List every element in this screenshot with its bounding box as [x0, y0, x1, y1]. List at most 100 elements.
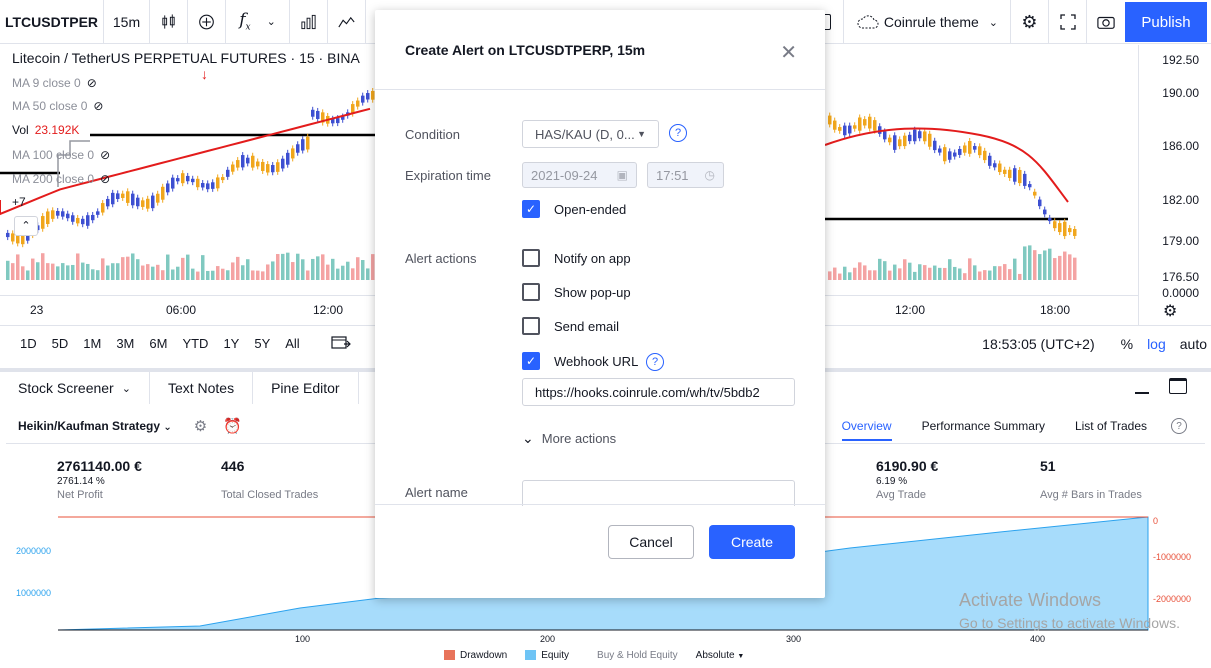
- condition-help-icon[interactable]: ?: [669, 124, 687, 142]
- templates-icon[interactable]: [328, 0, 366, 44]
- candle-body: [973, 146, 977, 150]
- chart-settings-gear-icon[interactable]: ⚙: [1163, 301, 1177, 321]
- strategy-alert-icon[interactable]: ⏰: [223, 417, 242, 435]
- tab-overview[interactable]: Overview: [841, 419, 892, 441]
- volume-bar: [81, 262, 85, 280]
- interval-button[interactable]: 15m: [104, 0, 150, 44]
- volume-bar: [371, 254, 375, 280]
- webhook-help-icon[interactable]: ?: [646, 353, 664, 371]
- range-3m[interactable]: 3M: [116, 336, 134, 351]
- legend-ma9[interactable]: MA 9 close 0 ⊘: [12, 76, 97, 90]
- indicators-icon[interactable]: fx ⌄: [226, 0, 290, 44]
- tab-pine-editor[interactable]: Pine Editor: [253, 372, 359, 404]
- tab-stock-screener[interactable]: Stock Screener ⌄: [0, 372, 150, 404]
- volume-bar: [838, 273, 842, 280]
- close-icon[interactable]: ✕: [780, 40, 797, 65]
- publish-button[interactable]: Publish: [1125, 2, 1207, 42]
- alert-name-input[interactable]: [522, 480, 795, 506]
- candle-body: [281, 158, 285, 169]
- eye-hidden-icon[interactable]: ⊘: [93, 99, 103, 113]
- metric-percent: [1040, 476, 1142, 487]
- volume-bar: [151, 266, 155, 280]
- volume-bar: [848, 272, 852, 280]
- price-tick: 176.50: [1162, 270, 1199, 284]
- condition-select[interactable]: HAS/KAU (D, 0... ▼: [522, 120, 659, 148]
- range-1d[interactable]: 1D: [20, 336, 37, 351]
- volume-bar: [978, 271, 982, 280]
- checkbox-empty-icon[interactable]: [522, 317, 540, 335]
- candle-body: [848, 125, 852, 134]
- webhook-checkbox[interactable]: ✓ Webhook URL: [522, 352, 638, 370]
- range-ytd[interactable]: YTD: [182, 336, 208, 351]
- checkbox-empty-icon[interactable]: [522, 249, 540, 267]
- strategy-settings-gear-icon[interactable]: ⚙: [194, 417, 207, 435]
- legend-ma50[interactable]: MA 50 close 0 ⊘: [12, 99, 103, 113]
- absolute-selector[interactable]: Absolute ▼: [696, 650, 745, 661]
- legend-equity-label: Equity: [541, 650, 570, 661]
- legend-vol[interactable]: Vol 23.192K: [12, 123, 79, 137]
- open-ended-checkbox[interactable]: ✓ Open-ended: [522, 200, 626, 218]
- volume-bar: [938, 267, 942, 280]
- more-actions-toggle[interactable]: ⌄ More actions: [522, 430, 616, 447]
- checkbox-empty-icon[interactable]: [522, 283, 540, 301]
- range-all[interactable]: All: [285, 336, 299, 351]
- legend-drawdown[interactable]: Drawdown: [444, 650, 507, 661]
- tab-list-of-trades[interactable]: List of Trades: [1075, 419, 1147, 433]
- volume-bar: [1033, 250, 1037, 280]
- checkbox-checked-icon[interactable]: ✓: [522, 200, 540, 218]
- percent-toggle[interactable]: %: [1121, 336, 1133, 352]
- price-scale[interactable]: 192.50 190.00 186.00 182.00 179.00 176.5…: [1138, 45, 1211, 325]
- notify-app-checkbox[interactable]: Notify on app: [522, 249, 631, 267]
- maximize-panel-icon[interactable]: [1169, 378, 1187, 394]
- bar-chart-icon[interactable]: [290, 0, 328, 44]
- add-compare-icon[interactable]: [188, 0, 226, 44]
- fullscreen-icon[interactable]: [1049, 0, 1087, 44]
- volume-bar: [898, 268, 902, 280]
- legend-ma100[interactable]: MA 100 close 0 ⊘: [12, 148, 110, 162]
- legend-equity[interactable]: Equity: [525, 650, 569, 661]
- candle-body: [161, 186, 165, 200]
- webhook-url-input[interactable]: [522, 378, 795, 406]
- volume-bar: [166, 254, 170, 280]
- checkbox-checked-icon[interactable]: ✓: [522, 352, 540, 370]
- symbol-search[interactable]: LTCUSDTPER: [0, 0, 104, 44]
- eye-hidden-icon[interactable]: ⊘: [100, 172, 110, 186]
- candles-icon[interactable]: [150, 0, 188, 44]
- dialog-footer: Cancel Create: [375, 504, 825, 598]
- legend-buy-hold[interactable]: Buy & Hold Equity: [597, 650, 678, 661]
- more-indicators[interactable]: +7: [12, 195, 26, 209]
- minimize-panel-icon[interactable]: [1135, 380, 1149, 394]
- theme-selector[interactable]: Coinrule theme ⌄: [842, 0, 1011, 44]
- candle-body: [1008, 169, 1012, 178]
- eye-hidden-icon[interactable]: ⊘: [100, 148, 110, 162]
- candle-body: [1003, 169, 1007, 174]
- range-5y[interactable]: 5Y: [254, 336, 270, 351]
- goto-date-icon[interactable]: [331, 334, 351, 353]
- cancel-button[interactable]: Cancel: [608, 525, 694, 559]
- candle-body: [833, 120, 837, 130]
- tab-performance-summary[interactable]: Performance Summary: [922, 419, 1045, 433]
- candle-body: [1048, 217, 1052, 222]
- camera-icon[interactable]: [1087, 0, 1125, 44]
- range-1m[interactable]: 1M: [83, 336, 101, 351]
- legend-ma200[interactable]: MA 200 close 0 ⊘: [12, 172, 110, 186]
- show-popup-checkbox[interactable]: Show pop-up: [522, 283, 631, 301]
- send-email-checkbox[interactable]: Send email: [522, 317, 619, 335]
- auto-toggle[interactable]: auto: [1180, 336, 1207, 352]
- clock[interactable]: 18:53:05 (UTC+2): [982, 336, 1094, 352]
- create-button[interactable]: Create: [709, 525, 795, 559]
- volume-bar: [206, 270, 210, 280]
- range-6m[interactable]: 6M: [149, 336, 167, 351]
- range-5d[interactable]: 5D: [52, 336, 69, 351]
- eye-hidden-icon[interactable]: ⊘: [87, 76, 97, 90]
- strategy-name[interactable]: Heikin/Kaufman Strategy ⌄: [18, 419, 172, 433]
- log-toggle[interactable]: log: [1147, 336, 1166, 352]
- help-icon[interactable]: ?: [1171, 418, 1187, 434]
- tab-text-notes[interactable]: Text Notes: [150, 372, 254, 404]
- expiration-time-input[interactable]: 17:51 ◷: [647, 162, 724, 188]
- range-1y[interactable]: 1Y: [223, 336, 239, 351]
- expiration-date-input[interactable]: 2021-09-24 ▣: [522, 162, 637, 188]
- collapse-legend-button[interactable]: ⌃: [14, 216, 38, 236]
- gear-icon[interactable]: ⚙: [1011, 0, 1049, 44]
- volume-bar: [1058, 255, 1062, 280]
